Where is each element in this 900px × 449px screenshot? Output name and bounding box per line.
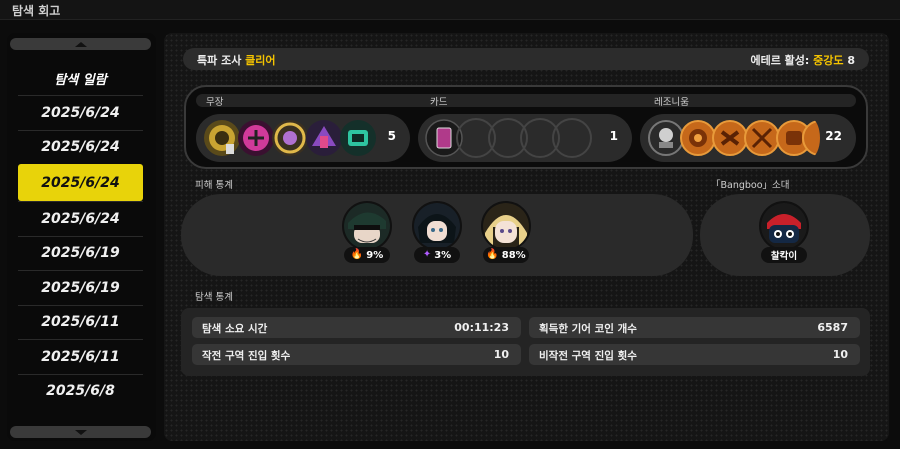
stat-row: 비작전 구역 진입 횟수 10 xyxy=(529,344,860,365)
weapons-pill[interactable]: 5 xyxy=(196,114,410,162)
list-item-selected[interactable]: 2025/6/24 xyxy=(18,164,143,201)
bangboo-slot[interactable]: 찰칵이 xyxy=(756,201,812,265)
bangboo-box: 찰칵이 xyxy=(700,194,870,276)
damage-share-3: 🔥 88% xyxy=(483,247,529,263)
bangboo-portrait xyxy=(759,201,809,251)
weapons-label: 무장 xyxy=(206,97,224,108)
bangboo-name: 찰칵이 xyxy=(761,247,807,263)
resonium-pill[interactable]: 22 xyxy=(640,114,856,162)
resonium-count: 22 xyxy=(825,129,842,143)
fire-icon: 🔥 xyxy=(486,249,499,260)
bangboo-squad-label: 「Bangboo」소대 xyxy=(711,180,790,191)
mission-result: 특파 조사 클리어 xyxy=(197,52,276,68)
stat-label: 비작전 구역 진입 횟수 xyxy=(539,350,637,362)
agent-portrait-2 xyxy=(412,201,462,251)
sidebar-header: 탐색 일람 xyxy=(54,72,107,88)
list-item[interactable]: 2025/6/24 xyxy=(18,95,143,130)
list-item[interactable]: 2025/6/19 xyxy=(18,270,143,305)
empty-card-slot-icon xyxy=(552,118,592,158)
agent-slot-3[interactable]: 🔥 88% xyxy=(478,201,534,265)
cards-count: 1 xyxy=(609,129,618,143)
fire-icon: 🔥 xyxy=(350,249,364,260)
exploration-stats-panel: 탐색 소요 시간 00:11:23 획득한 기어 코인 개수 6587 작전 구… xyxy=(181,308,870,376)
cards-pill[interactable]: 1 xyxy=(418,114,632,162)
ether-icon: ✦ xyxy=(422,249,432,260)
mission-status: 클리어 xyxy=(245,54,276,67)
resonium-label: 레조니움 xyxy=(654,97,689,108)
list-item[interactable]: 2025/6/11 xyxy=(18,304,143,340)
agent-portrait-3 xyxy=(481,201,531,251)
damage-share-2: ✦ 3% xyxy=(414,247,460,263)
scroll-down-button[interactable] xyxy=(10,426,151,438)
stat-row: 획득한 기어 코인 개수 6587 xyxy=(529,317,860,338)
list-item[interactable]: 2025/6/24 xyxy=(18,129,143,165)
stat-row: 작전 구역 진입 횟수 10 xyxy=(192,344,521,365)
scroll-up-button[interactable] xyxy=(10,38,151,50)
arrow-down-icon xyxy=(74,429,87,435)
gear-panel: 무장 카드 레조니움 5 1 22 xyxy=(184,85,868,169)
damage-stats-box: 🔥 9% ✦ 3% 🔥 88% xyxy=(181,194,693,276)
stat-label: 획득한 기어 코인 개수 xyxy=(539,323,637,335)
ether-activity: 에테르 활성: 중강도 8 xyxy=(750,52,855,68)
list-item[interactable]: 2025/6/24 xyxy=(18,201,143,236)
exploration-stats-label: 탐색 통계 xyxy=(195,292,233,303)
arrow-up-icon xyxy=(74,41,87,47)
exploration-detail-panel: 특파 조사 클리어 에테르 활성: 중강도 8 무장 카드 레조니움 5 1 2… xyxy=(164,33,889,441)
cards-label: 카드 xyxy=(430,97,448,108)
weapon-icon-5 xyxy=(338,118,378,158)
list-item[interactable]: 2025/6/11 xyxy=(18,339,143,374)
stat-label: 탐색 소요 시간 xyxy=(202,323,268,335)
stat-value: 6587 xyxy=(817,321,848,334)
ether-label: 에테르 활성: xyxy=(750,54,810,67)
window-title: 탐색 회고 xyxy=(12,4,61,18)
stat-value: 10 xyxy=(832,348,848,361)
list-item[interactable]: 2025/6/19 xyxy=(18,235,143,271)
stat-label: 작전 구역 진입 횟수 xyxy=(202,350,291,362)
stat-row: 탐색 소요 시간 00:11:23 xyxy=(192,317,521,338)
damage-stats-label: 피해 통계 xyxy=(195,180,233,191)
agent-portrait-1 xyxy=(342,201,392,251)
damage-share-1: 🔥 9% xyxy=(344,247,390,263)
gear-label-bar xyxy=(196,94,856,107)
ether-level: 중강도 xyxy=(813,54,844,67)
exploration-list-sidebar: 탐색 일람 2025/6/24 2025/6/24 2025/6/24 2025… xyxy=(7,33,156,441)
mission-name: 특파 조사 xyxy=(197,54,242,67)
stat-value: 10 xyxy=(493,348,509,361)
resonium-icon-6 xyxy=(800,118,820,158)
agent-slot-2[interactable]: ✦ 3% xyxy=(409,201,465,265)
exploration-date-list: 2025/6/24 2025/6/24 2025/6/24 2025/6/24 … xyxy=(18,95,143,408)
title-bar: 탐색 회고 xyxy=(0,0,900,20)
stat-value: 00:11:23 xyxy=(454,321,509,334)
result-bar: 특파 조사 클리어 에테르 활성: 중강도 8 xyxy=(183,48,869,70)
list-item[interactable]: 2025/6/8 xyxy=(18,373,143,409)
agent-slot-1[interactable]: 🔥 9% xyxy=(339,201,395,265)
weapons-count: 5 xyxy=(387,129,396,143)
ether-value: 8 xyxy=(847,54,855,67)
